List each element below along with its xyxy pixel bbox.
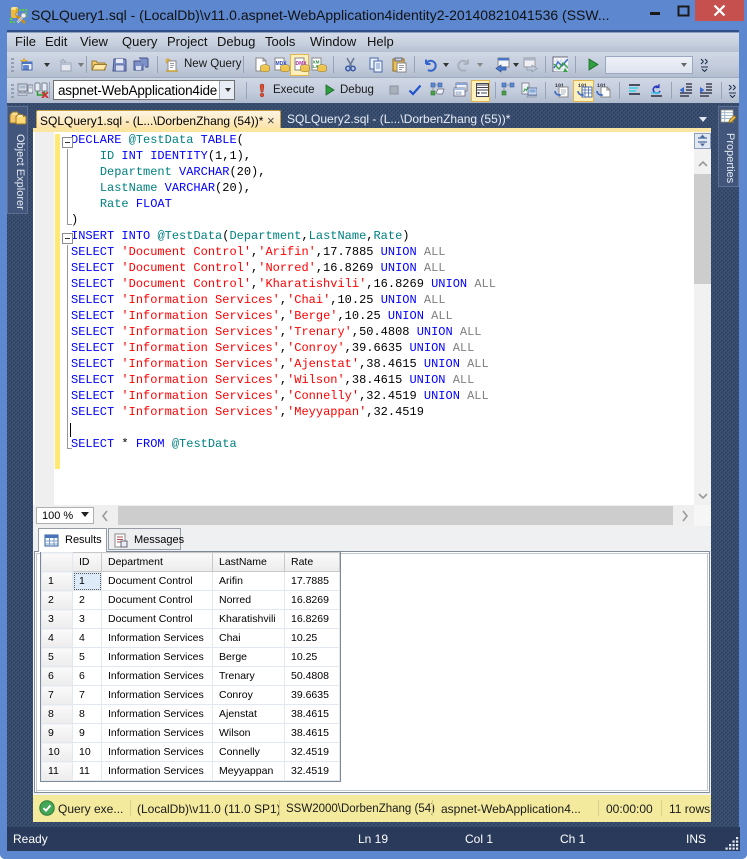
svg-text:LA: LA [313, 64, 320, 69]
svg-text:MDX: MDX [276, 61, 288, 67]
svg-text:DMX: DMX [296, 61, 308, 67]
